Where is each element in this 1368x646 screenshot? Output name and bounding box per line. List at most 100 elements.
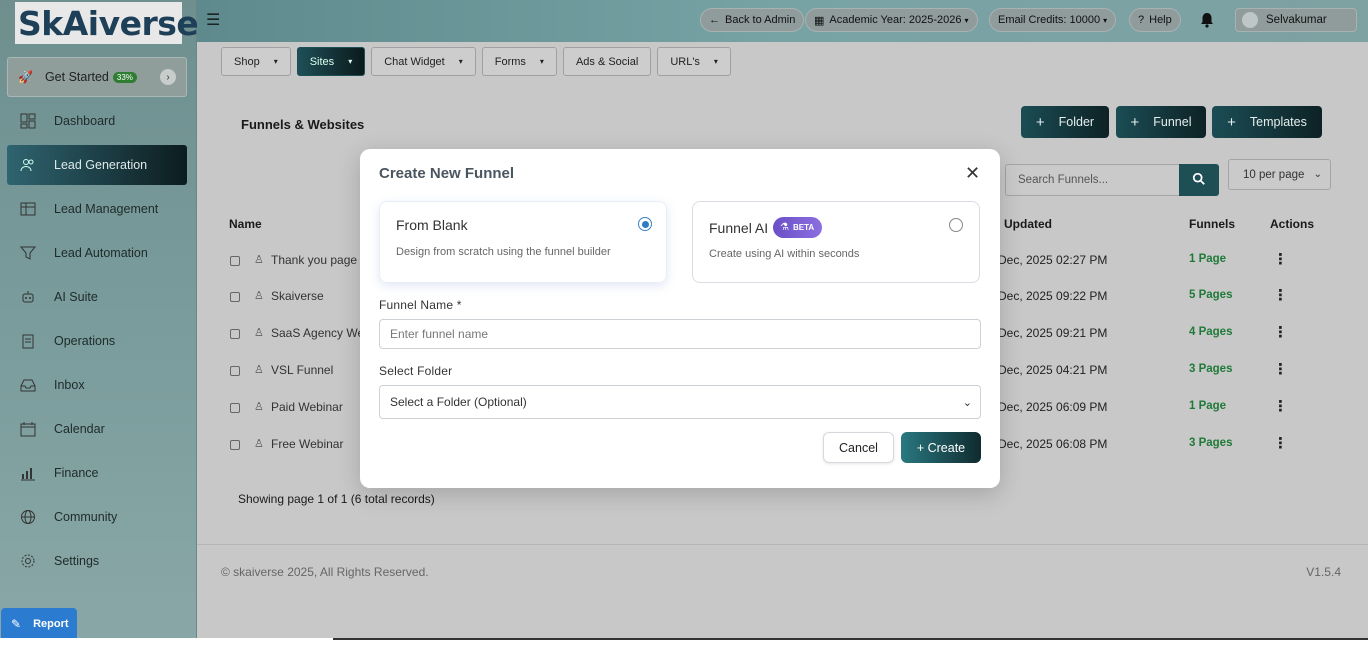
more-actions-icon[interactable]: ⋮: [1273, 250, 1288, 268]
sitemap-icon: ♙: [254, 327, 264, 339]
updated-date: Dec, 2025 02:27 PM: [998, 253, 1108, 267]
updated-date: Dec, 2025 09:22 PM: [998, 289, 1108, 303]
row-checkbox[interactable]: [230, 403, 240, 413]
caret-down-icon: ▾: [539, 57, 544, 66]
sidebar-item-operations[interactable]: Operations: [7, 321, 187, 361]
sidebar-item-settings[interactable]: Settings: [7, 541, 187, 581]
email-credits-dropdown[interactable]: Email Credits: 10000 ▾: [989, 8, 1117, 32]
sidebar-item-community[interactable]: Community: [7, 497, 187, 537]
row-checkbox[interactable]: [230, 329, 240, 339]
sidebar-item-ai-suite[interactable]: AI Suite: [7, 277, 187, 317]
calendar-icon: [18, 420, 38, 438]
column-header-updated: Updated: [1004, 217, 1052, 231]
funnel-name-label: Funnel Name *: [379, 298, 462, 312]
academic-year-dropdown[interactable]: ▦ Academic Year: 2025-2026 ▾: [805, 8, 978, 32]
button-label: Templates: [1249, 115, 1307, 129]
folder-select[interactable]: Select a Folder (Optional) ⌄: [379, 385, 981, 419]
funnel-name[interactable]: Free Webinar: [271, 437, 343, 451]
updated-date: Dec, 2025 06:08 PM: [998, 437, 1108, 451]
funnel-name[interactable]: Paid Webinar: [271, 400, 343, 414]
user-name: Selvakumar: [1266, 14, 1327, 26]
row-checkbox[interactable]: [230, 440, 240, 450]
funnel-name[interactable]: Skaiverse: [271, 289, 324, 303]
caret-down-icon: ▾: [348, 57, 353, 66]
chevron-right-icon[interactable]: ›: [160, 69, 176, 85]
search-icon: [1192, 172, 1206, 189]
row-checkbox[interactable]: [230, 366, 240, 376]
tab-sites[interactable]: Sites ▾: [296, 47, 366, 76]
more-actions-icon[interactable]: ⋮: [1273, 286, 1288, 304]
copyright-text: © skaiverse 2025, All Rights Reserved.: [221, 565, 429, 579]
page-count-link[interactable]: 4 Pages: [1189, 326, 1232, 338]
chevron-down-icon: ▾: [964, 15, 969, 25]
back-to-admin-button[interactable]: ← Back to Admin: [700, 8, 805, 32]
caret-down-icon: ▾: [458, 57, 463, 66]
create-button[interactable]: + Create: [901, 432, 981, 463]
sidebar-item-label: Settings: [54, 554, 100, 568]
sitemap-icon: ♙: [254, 290, 264, 302]
tab-shop[interactable]: Shop ▾: [221, 47, 291, 76]
row-checkbox[interactable]: [230, 292, 240, 302]
sidebar-item-label: Community: [54, 510, 118, 524]
page-count-link[interactable]: 3 Pages: [1189, 437, 1232, 449]
per-page-select[interactable]: 10 per page ⌄: [1228, 159, 1331, 190]
tab-ads-social[interactable]: Ads & Social: [562, 47, 652, 76]
page-count-link[interactable]: 1 Page: [1189, 400, 1226, 412]
sidebar-item-finance[interactable]: Finance: [7, 453, 187, 493]
tab-forms[interactable]: Forms ▾: [481, 47, 557, 76]
row-checkbox[interactable]: [230, 256, 240, 266]
folder-select-value: Select a Folder (Optional): [390, 395, 527, 409]
user-menu[interactable]: Selvakumar: [1235, 8, 1357, 32]
more-actions-icon[interactable]: ⋮: [1273, 360, 1288, 378]
funnel-name[interactable]: SaaS Agency We: [271, 326, 364, 340]
add-funnel-button[interactable]: + Funnel: [1116, 106, 1206, 138]
search-input[interactable]: Search Funnels...: [1005, 164, 1180, 196]
topbar: ☰ ← Back to Admin ▦ Academic Year: 2025-…: [197, 0, 1368, 42]
add-folder-button[interactable]: + Folder: [1021, 106, 1109, 138]
option-funnel-ai[interactable]: Funnel AI ⚗ BETA Create using AI within s…: [692, 201, 980, 283]
templates-button[interactable]: + Templates: [1212, 106, 1322, 138]
sidebar-item-lead-automation[interactable]: Lead Automation: [7, 233, 187, 273]
option-title: Funnel AI: [709, 220, 769, 236]
more-actions-icon[interactable]: ⋮: [1273, 434, 1288, 452]
sidebar-item-lead-generation[interactable]: Lead Generation: [7, 145, 187, 185]
caret-down-icon: ▾: [273, 57, 278, 66]
bell-icon[interactable]: [1199, 12, 1215, 28]
sidebar-item-label: Lead Automation: [54, 246, 148, 260]
sidebar-item-calendar[interactable]: Calendar: [7, 409, 187, 449]
sidebar-item-dashboard[interactable]: Dashboard: [7, 101, 187, 141]
hamburger-menu-icon[interactable]: ☰: [206, 10, 220, 30]
cancel-button[interactable]: Cancel: [823, 432, 894, 463]
help-button[interactable]: ? Help: [1129, 8, 1181, 32]
robot-icon: [18, 288, 38, 306]
sidebar-item-label: Finance: [54, 466, 99, 480]
page-count-link[interactable]: 1 Page: [1189, 253, 1226, 265]
sidebar-item-label: Dashboard: [54, 114, 116, 128]
brand-logo[interactable]: SkAiverse: [15, 2, 199, 44]
button-label: Funnel: [1153, 115, 1192, 129]
sidebar-item-lead-management[interactable]: Lead Management: [7, 189, 187, 229]
report-button[interactable]: ✎ Report: [1, 608, 77, 639]
more-actions-icon[interactable]: ⋮: [1273, 397, 1288, 415]
tab-chat-widget[interactable]: Chat Widget ▾: [371, 47, 476, 76]
sitemap-icon: ♙: [254, 364, 264, 376]
radio-from-blank[interactable]: [638, 217, 652, 231]
report-label: Report: [33, 617, 69, 630]
tab-label: Forms: [494, 55, 526, 68]
radio-funnel-ai[interactable]: [949, 218, 963, 232]
sidebar-item-inbox[interactable]: Inbox: [7, 365, 187, 405]
option-from-blank[interactable]: From Blank Design from scratch using the…: [379, 201, 667, 283]
close-icon[interactable]: ✕: [965, 163, 980, 184]
page-count-link[interactable]: 3 Pages: [1189, 363, 1232, 375]
funnel-name[interactable]: Thank you page: [271, 253, 357, 267]
get-started-button[interactable]: 🚀 Get Started 33% ›: [7, 57, 187, 97]
page-count-link[interactable]: 5 Pages: [1189, 289, 1232, 301]
funnel-name[interactable]: VSL Funnel: [271, 363, 333, 377]
funnel-name-input[interactable]: Enter funnel name: [379, 319, 981, 349]
tab-urls[interactable]: URL's ▾: [657, 47, 731, 76]
email-credits-label: Email Credits: 10000: [998, 14, 1101, 26]
search-button[interactable]: [1179, 164, 1219, 196]
updated-date: Dec, 2025 04:21 PM: [998, 363, 1108, 377]
updated-date: Dec, 2025 09:21 PM: [998, 326, 1108, 340]
more-actions-icon[interactable]: ⋮: [1273, 323, 1288, 341]
